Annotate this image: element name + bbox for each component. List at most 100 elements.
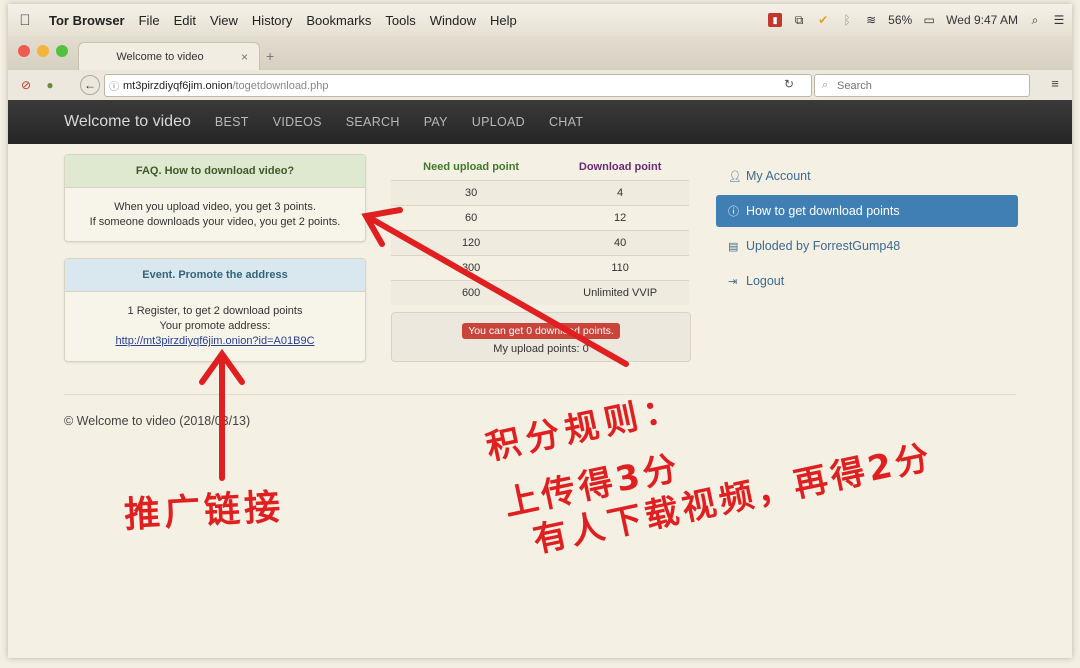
table-row: 60 12 [391, 205, 689, 231]
nav-chat[interactable]: CHAT [537, 115, 595, 129]
event-panel: Event. Promote the address 1 Register, t… [64, 258, 366, 362]
faq-title: FAQ. How to download video? [65, 155, 365, 188]
window-controls [18, 45, 68, 57]
my-upload-points: My upload points: 0 [493, 343, 589, 355]
spotlight-search-icon[interactable]: ⌕ [1028, 13, 1042, 27]
upload-cell: 300 [391, 255, 552, 281]
tab-title: Welcome to video [116, 51, 204, 63]
download-cell: 12 [551, 205, 689, 231]
zoom-window-button[interactable] [56, 45, 68, 57]
current-points-box: You can get 0 download points. My upload… [391, 312, 691, 362]
battery-percent: 56% [888, 13, 913, 27]
nav-upload[interactable]: UPLOAD [460, 115, 537, 129]
search-icon: ⌕ [821, 79, 829, 91]
url-bar[interactable]: ⓘ mt3pirzdiyqf6jim.onion/togetdownload.p… [104, 74, 812, 97]
upload-cell: 60 [391, 205, 552, 231]
event-register-line: 1 Register, to get 2 download points [127, 305, 303, 317]
menu-app-name[interactable]: Tor Browser [42, 13, 132, 28]
download-cell: 110 [551, 255, 689, 281]
sidebar-item-label: Uploded by ForrestGump48 [746, 239, 901, 253]
menu-bookmarks[interactable]: Bookmarks [299, 13, 378, 28]
browser-toolbar: ⊘ ● ← ⓘ mt3pirzdiyqf6jim.onion/togetdown… [8, 70, 1072, 101]
screenshot-frame:  Tor Browser File Edit View History Boo… [8, 4, 1072, 658]
tab-strip: Welcome to video × + [8, 36, 1072, 71]
sidebar-item-label: My Account [746, 169, 811, 183]
menu-window[interactable]: Window [423, 13, 483, 28]
noscript-icon[interactable]: ⊘ [18, 77, 34, 93]
menu-help[interactable]: Help [483, 13, 524, 28]
nav-videos[interactable]: VIDEOS [261, 115, 334, 129]
tor-tray-icon[interactable]: ▮ [768, 13, 783, 27]
logout-icon: ⇥ [728, 275, 738, 288]
faq-line-upload: When you upload video, you get 3 points. [114, 201, 316, 213]
upload-cell: 30 [391, 180, 552, 206]
hamburger-menu-icon[interactable]: ≡ [1046, 76, 1064, 94]
bluetooth-icon[interactable]: ᛒ [840, 13, 854, 27]
table-row: 600 Unlimited VVIP [391, 280, 689, 305]
event-title: Event. Promote the address [65, 259, 365, 292]
check-tray-icon[interactable]: ✔ [816, 13, 830, 27]
table-row: 30 4 [391, 180, 689, 206]
notification-list-icon[interactable]: ☰ [1052, 13, 1066, 27]
back-arrow-icon[interactable]: ← [80, 75, 100, 95]
footer-copyright: © Welcome to video (2018/03/13) [64, 414, 251, 428]
sidebar-item-label: How to get download points [746, 204, 900, 218]
url-host: mt3pirzdiyqf6jim.onion [123, 79, 233, 92]
menu-view[interactable]: View [203, 13, 245, 28]
tab-welcome-to-video[interactable]: Welcome to video × [78, 42, 260, 71]
new-tab-button[interactable]: + [266, 48, 274, 64]
event-body: 1 Register, to get 2 download points You… [65, 292, 365, 361]
menu-history[interactable]: History [245, 13, 299, 28]
download-points-badge: You can get 0 download points. [462, 323, 620, 339]
sidebar-item-label: Logout [746, 274, 785, 288]
nav-search[interactable]: SEARCH [334, 115, 412, 129]
promote-address-link[interactable]: http://mt3pirzdiyqf6jim.onion?id=A01B9C [115, 335, 314, 347]
nav-pay[interactable]: PAY [412, 115, 460, 129]
page-content: FAQ. How to download video? When you upl… [8, 144, 1072, 658]
search-bar[interactable]: ⌕ [814, 74, 1030, 97]
upload-cell: 120 [391, 230, 552, 256]
faq-panel: FAQ. How to download video? When you upl… [64, 154, 366, 242]
minimize-window-button[interactable] [37, 45, 49, 57]
nav-best[interactable]: BEST [203, 115, 261, 129]
tor-onion-icon[interactable]: ● [42, 77, 58, 93]
tab-close-icon[interactable]: × [241, 50, 259, 64]
download-cell: 40 [551, 230, 689, 256]
sidebar-item-download-points[interactable]: ⓘ How to get download points [716, 195, 1018, 227]
table-row: 300 110 [391, 255, 689, 281]
annotation-promo-link: 推广链接 [123, 486, 286, 537]
url-path: /togetdownload.php [232, 79, 329, 92]
upload-cell: 600 [391, 280, 552, 305]
reload-icon[interactable]: ↻ [784, 77, 794, 91]
menubar-tray: ▮ ⧉ ✔ ᛒ ≋ 56% ▭ Wed 9:47 AM ⌕ ☰ [768, 4, 1066, 36]
apple-icon[interactable]:  [8, 12, 42, 29]
list-icon: ▤ [728, 240, 739, 253]
header-upload-point: Need upload point [391, 154, 552, 181]
site-info-icon[interactable]: ⓘ [105, 78, 123, 93]
download-cell: 4 [551, 180, 689, 206]
close-window-button[interactable] [18, 45, 30, 57]
search-input[interactable] [835, 78, 1009, 93]
sidebar-item-uploaded-by[interactable]: ▤ Uploded by ForrestGump48 [716, 230, 1018, 262]
download-cell: Unlimited VVIP [551, 280, 689, 305]
battery-icon[interactable]: ▭ [922, 13, 936, 27]
faq-body: When you upload video, you get 3 points.… [65, 188, 365, 242]
menu-tools[interactable]: Tools [378, 13, 422, 28]
sidebar-item-my-account[interactable]: 👤︎ My Account [716, 160, 1018, 192]
faq-line-download: If someone downloads your video, you get… [89, 216, 341, 228]
site-brand[interactable]: Welcome to video [64, 113, 191, 131]
footer-divider [64, 394, 1016, 395]
window-tray-icon[interactable]: ⧉ [792, 13, 806, 27]
menu-file[interactable]: File [132, 13, 167, 28]
user-icon: 👤︎ [728, 170, 742, 183]
sidebar-item-logout[interactable]: ⇥ Logout [716, 265, 1018, 297]
site-navbar: Welcome to video BEST VIDEOS SEARCH PAY … [8, 100, 1072, 144]
header-download-point: Download point [551, 154, 689, 181]
mac-menubar:  Tor Browser File Edit View History Boo… [8, 4, 1072, 37]
info-circle-icon: ⓘ [728, 206, 739, 218]
event-promote-label: Your promote address: [159, 320, 271, 332]
wifi-icon[interactable]: ≋ [864, 13, 878, 27]
clock[interactable]: Wed 9:47 AM [946, 13, 1018, 27]
menu-edit[interactable]: Edit [167, 13, 203, 28]
account-sidebar: 👤︎ My Account ⓘ How to get download poin… [716, 160, 1018, 300]
